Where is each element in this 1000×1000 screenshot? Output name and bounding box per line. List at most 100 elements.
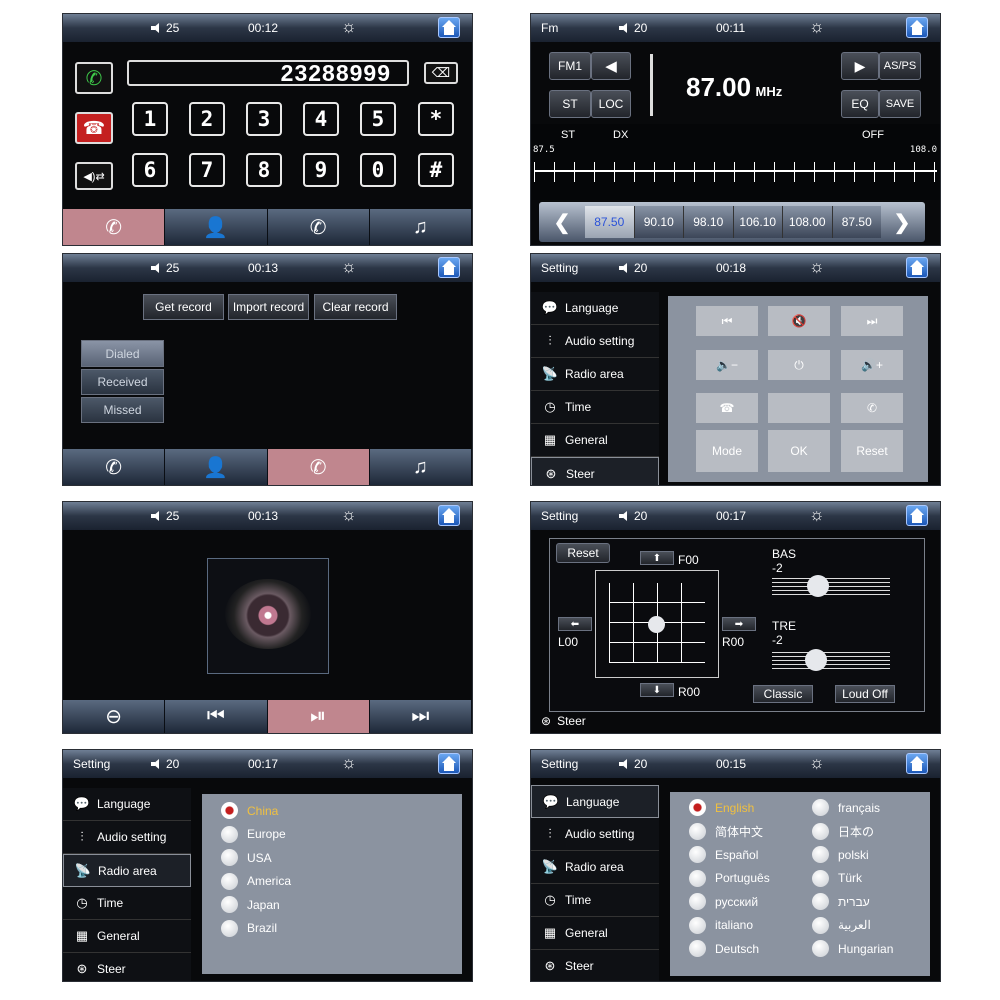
key-5[interactable]: 5 xyxy=(360,102,396,136)
brightness-icon[interactable]: ☼ xyxy=(341,17,357,37)
prev-track-button[interactable]: ⏮ xyxy=(165,700,268,733)
key-7[interactable]: 7 xyxy=(189,153,225,187)
home-icon[interactable] xyxy=(906,753,928,774)
menu-audio-setting[interactable]: ⫶ Audio setting xyxy=(531,325,659,358)
power-button[interactable]: ⏻ xyxy=(768,350,830,380)
menu-language[interactable]: 💬 Language xyxy=(63,788,191,821)
balance-grid[interactable] xyxy=(595,570,719,678)
back-button[interactable]: ⊖ xyxy=(63,700,166,733)
menu-radio-area[interactable]: 📡 Radio area xyxy=(531,358,659,391)
language-option-arabic[interactable]: العربية xyxy=(812,914,893,938)
language-option-french[interactable]: français xyxy=(812,796,893,820)
save-button[interactable]: SAVE xyxy=(879,90,921,118)
menu-radio-area[interactable]: 📡 Radio area xyxy=(63,854,191,887)
preset-5[interactable]: 108.00 xyxy=(783,206,833,238)
classic-button[interactable]: Classic xyxy=(753,685,813,703)
preset-prev-button[interactable]: ❮ xyxy=(543,206,581,238)
loud-toggle-button[interactable]: Loud Off xyxy=(835,685,895,703)
bass-slider[interactable] xyxy=(772,575,890,597)
menu-audio-setting[interactable]: ⫶ Audio setting xyxy=(531,818,659,851)
key-3[interactable]: 3 xyxy=(246,102,282,136)
backspace-button[interactable]: ⌫ xyxy=(424,62,458,84)
tab-call-log[interactable]: ✆ xyxy=(267,449,370,485)
brightness-icon[interactable]: ☼ xyxy=(809,257,825,277)
key-star[interactable]: * xyxy=(418,102,454,136)
menu-audio-setting[interactable]: ⫶ Audio setting xyxy=(63,821,191,854)
balance-knob[interactable] xyxy=(648,616,665,633)
menu-general[interactable]: ▦ General xyxy=(63,920,191,953)
key-hash[interactable]: # xyxy=(418,153,454,187)
language-option-polish[interactable]: polski xyxy=(812,843,893,867)
menu-general[interactable]: ▦ General xyxy=(531,917,659,950)
key-9[interactable]: 9 xyxy=(303,153,339,187)
menu-radio-area[interactable]: 📡 Radio area xyxy=(531,851,659,884)
prev-track-button[interactable]: ⏮ xyxy=(696,306,758,336)
region-option-china[interactable]: China xyxy=(221,799,462,823)
seek-forward-button[interactable]: ▶ xyxy=(841,52,879,80)
reset-button[interactable]: Reset xyxy=(556,543,610,563)
brightness-icon[interactable]: ☼ xyxy=(809,753,825,773)
balance-left-button[interactable]: ⬅ xyxy=(558,617,592,631)
band-button[interactable]: FM1 xyxy=(549,52,591,80)
volume-up-button[interactable]: 🔊+ xyxy=(841,350,903,380)
clear-record-button[interactable]: Clear record xyxy=(314,294,397,320)
brightness-icon[interactable]: ☼ xyxy=(341,257,357,277)
tab-contacts[interactable]: 👤 xyxy=(165,209,268,245)
home-icon[interactable] xyxy=(906,505,928,526)
brightness-icon[interactable]: ☼ xyxy=(809,505,825,525)
brightness-icon[interactable]: ☼ xyxy=(341,505,357,525)
key-1[interactable]: 1 xyxy=(132,102,168,136)
preset-4[interactable]: 106.10 xyxy=(733,206,783,238)
menu-language[interactable]: 💬 Language xyxy=(531,785,659,818)
home-icon[interactable] xyxy=(438,257,460,278)
key-8[interactable]: 8 xyxy=(246,153,282,187)
key-2[interactable]: 2 xyxy=(189,102,225,136)
language-option-russian[interactable]: русский xyxy=(689,890,770,914)
home-icon[interactable] xyxy=(438,505,460,526)
language-option-turkish[interactable]: Türk xyxy=(812,867,893,891)
key-0[interactable]: 0 xyxy=(360,153,396,187)
ok-button[interactable]: OK xyxy=(768,430,830,472)
language-option-spanish[interactable]: Español xyxy=(689,843,770,867)
call-button[interactable]: ✆ xyxy=(75,62,113,94)
menu-time[interactable]: ◷ Time xyxy=(63,887,191,920)
fade-up-button[interactable]: ⬆ xyxy=(640,551,674,565)
brightness-icon[interactable]: ☼ xyxy=(341,753,357,773)
region-option-brazil[interactable]: Brazil xyxy=(221,917,462,941)
balance-right-button[interactable]: ➡ xyxy=(722,617,756,631)
preset-6[interactable]: 87.50 xyxy=(832,206,881,238)
menu-time[interactable]: ◷ Time xyxy=(531,884,659,917)
volume-down-button[interactable]: 🔉− xyxy=(696,350,758,380)
menu-steer[interactable]: ⊛ Steer xyxy=(531,950,659,981)
reset-button[interactable]: Reset xyxy=(841,430,903,472)
fade-down-button[interactable]: ⬇ xyxy=(640,683,674,697)
home-icon[interactable] xyxy=(906,257,928,278)
seek-back-button[interactable]: ◀ xyxy=(591,52,631,80)
region-option-europe[interactable]: Europe xyxy=(221,823,462,847)
next-track-button[interactable]: ⏭ xyxy=(841,306,903,336)
hangup-button[interactable]: ☎ xyxy=(696,393,758,423)
menu-general[interactable]: ▦ General xyxy=(531,424,659,457)
filter-dialed[interactable]: Dialed xyxy=(81,340,164,367)
import-record-button[interactable]: Import record xyxy=(228,294,309,320)
tab-dialer[interactable]: ✆ xyxy=(63,209,166,245)
get-record-button[interactable]: Get record xyxy=(143,294,224,320)
preset-next-button[interactable]: ❯ xyxy=(883,206,921,238)
play-pause-button[interactable]: ⏯ xyxy=(267,700,370,733)
key-6[interactable]: 6 xyxy=(132,153,168,187)
home-icon[interactable] xyxy=(906,17,928,38)
st-button[interactable]: ST xyxy=(549,90,591,118)
home-icon[interactable] xyxy=(438,753,460,774)
loc-button[interactable]: LOC xyxy=(591,90,631,118)
menu-language[interactable]: 💬 Language xyxy=(531,292,659,325)
home-icon[interactable] xyxy=(438,17,460,38)
tab-music[interactable]: ♫ xyxy=(370,449,472,485)
language-option-japanese[interactable]: 日本の xyxy=(812,820,893,844)
tab-contacts[interactable]: 👤 xyxy=(165,449,268,485)
menu-steer[interactable]: ⊛ Steer xyxy=(63,953,191,981)
treble-slider[interactable] xyxy=(772,649,890,671)
key-4[interactable]: 4 xyxy=(303,102,339,136)
region-option-usa[interactable]: USA xyxy=(221,846,462,870)
answer-button[interactable]: ✆ xyxy=(841,393,903,423)
hangup-button[interactable]: ☎ xyxy=(75,112,113,144)
